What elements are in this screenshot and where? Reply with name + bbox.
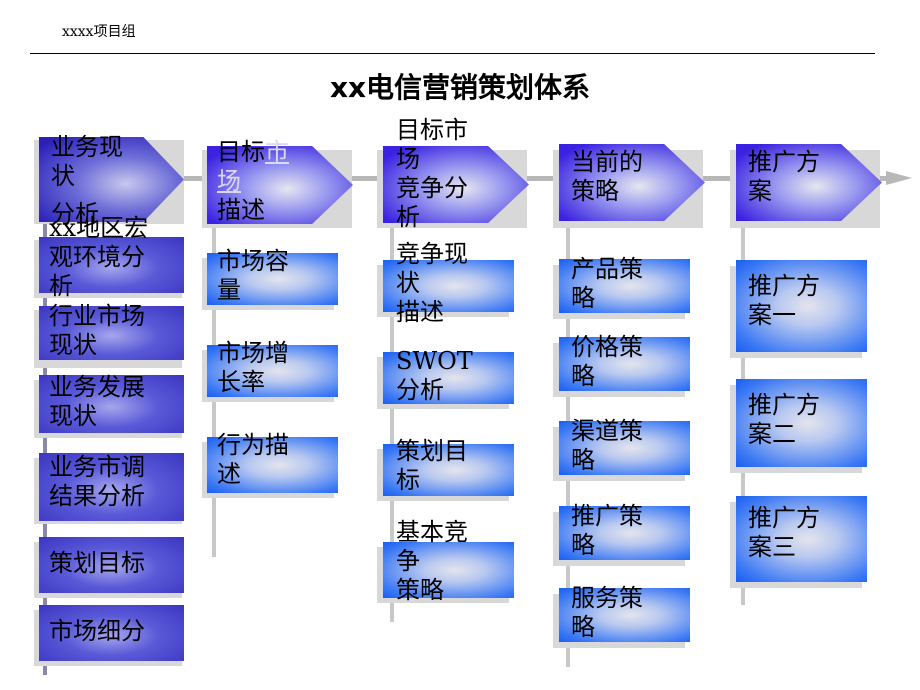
column-1-header-label: 业务现 状 [51,133,123,190]
column-4-header-label: 当前的 策略 [571,148,643,205]
item-label: 行为描 述 [217,431,289,488]
item-label: 推广方 案一 [748,272,820,329]
item-label: SWOT 分析 [396,347,473,404]
column-5-item[interactable]: 推广方 案一 [736,260,867,352]
column-2-item[interactable]: 市场增 长率 [207,339,338,397]
header-divider [30,53,875,54]
column-2-header-label: 目标市 场 描述 [217,138,289,225]
item-label: 市场细分 [49,617,145,645]
column-4-item[interactable]: 价格策 略 [559,333,690,391]
column-5-item[interactable]: 推广方 案二 [736,379,867,467]
item-label: 基本竞 争 策略 [396,518,468,604]
item-label: 竞争现 状 描述 [396,240,468,326]
column-4-item[interactable]: 推广策 略 [559,502,690,560]
column-4-header-chevron[interactable]: 当前的 策略 [559,144,705,221]
item-label: 市场容 量 [217,247,289,304]
item-label: 业务发展 现状 [49,373,145,430]
item-label: 业务市调 结果分析 [49,453,145,510]
item-label: 价格策 略 [571,333,643,390]
column-1-item[interactable]: 行业市场 现状 [39,302,184,360]
column-1-item[interactable]: 业务市调 结果分析 [39,453,184,521]
column-1-item[interactable]: 市场细分 [39,605,184,661]
column-4-item[interactable]: 渠道策 略 [559,417,690,475]
flow-arrowhead-icon [886,171,912,185]
item-label: 渠道策 略 [571,417,643,474]
item-label: 市场增 长率 [217,339,289,396]
header-text: 描述 [217,196,265,224]
column-3-header-label: 目标市 场 竞争分 析 [396,116,468,231]
column-2-item[interactable]: 行为描 述 [207,431,338,493]
item-label: 推广策 略 [571,502,643,559]
item-label: xx地区宏 观环境分 析 [49,214,149,300]
column-4-item[interactable]: 服务策 略 [559,584,690,642]
item-label: 服务策 略 [571,584,643,641]
column-1-item[interactable]: 业务发展 现状 [39,373,184,433]
column-5-header-label: 推广方 案 [748,148,820,205]
item-label: 推广方 案二 [748,391,820,448]
item-label: 推广方 案三 [748,504,820,561]
item-label: 策划目标 [49,549,145,577]
column-2-header-chevron[interactable]: 目标市 场 描述 [207,138,353,224]
column-1-item[interactable]: xx地区宏 观环境分 析 [39,214,184,300]
header-text: 目标 [217,138,265,166]
column-5-header-chevron[interactable]: 推广方 案 [736,144,882,221]
column-4-item[interactable]: 产品策 略 [559,255,690,313]
column-2-item[interactable]: 市场容 量 [207,247,338,305]
column-1-item[interactable]: 策划目标 [39,537,184,593]
item-label: 产品策 略 [571,255,643,312]
page-title: xx电信营销策划体系 [329,71,591,104]
item-label: 行业市场 现状 [49,302,145,359]
column-1-header-chevron[interactable]: 业务现 状 分析 [39,133,184,228]
project-group-label: xxxx项目组 [62,24,136,40]
item-label: 策划目 标 [396,437,468,494]
column-5-item[interactable]: 推广方 案三 [736,496,867,582]
